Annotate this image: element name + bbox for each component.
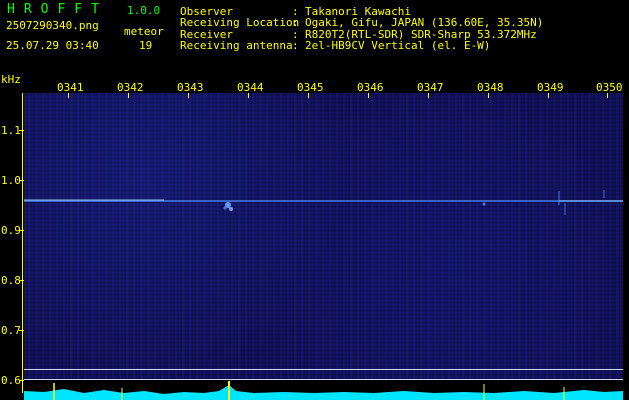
y-tick-label: 1.0 xyxy=(1,174,21,187)
file-name: 2507290340.png xyxy=(6,19,99,32)
y-axis-line xyxy=(22,93,23,393)
y-tick-label: 0.7 xyxy=(1,324,21,337)
y-tick-label: 0.9 xyxy=(1,224,21,237)
info-sep: : xyxy=(292,39,299,52)
meteor-count: 19 xyxy=(139,39,153,52)
spectrogram-plot xyxy=(24,93,623,379)
y-tick-label: 0.8 xyxy=(1,274,21,287)
date-time: 25.07.29 03:40 xyxy=(6,39,99,52)
hrofft-window: HROFFT 1.0.0 2507290340.png meteor 25.07… xyxy=(0,0,629,400)
level-bars xyxy=(24,381,623,400)
level-strip xyxy=(24,369,623,400)
meteor-echo xyxy=(482,202,486,206)
signal-overlay xyxy=(24,190,623,215)
app-title: HROFFT xyxy=(7,2,108,17)
y-tick-mark xyxy=(19,380,24,381)
info-key-antenna: Receiving antenna xyxy=(180,39,293,52)
meteor-label: meteor xyxy=(124,25,164,38)
y-axis-unit: kHz xyxy=(1,73,21,86)
y-tick-label: 1.1 xyxy=(1,124,21,137)
app-version: 1.0.0 xyxy=(127,4,161,17)
info-value-antenna: 2el-HB9CV Vertical (el. E-W) xyxy=(305,39,491,52)
y-tick-label: 0.6 xyxy=(1,374,21,387)
level-area xyxy=(24,385,623,400)
meteor-echo xyxy=(223,202,233,211)
